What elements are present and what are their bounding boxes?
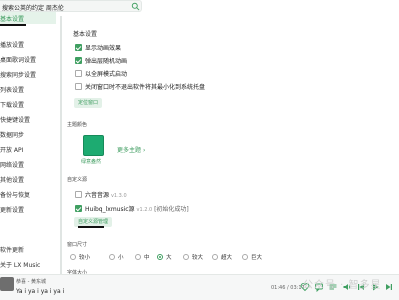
next-icon[interactable] (384, 282, 394, 292)
radio-label: 大 (166, 255, 172, 261)
checkbox-label: 以全屏模式启动 (85, 71, 128, 78)
sidebar-item-other[interactable]: 其他设置 (0, 173, 56, 185)
checkbox-box[interactable] (75, 70, 82, 77)
section-title-theme: 主题颜色 (67, 122, 88, 128)
section-title-custom-source: 自定义源 (67, 177, 88, 183)
sidebar: 基本设置 播放设置 桌面歌词设置 搜索同步设置 列表设置 下载设置 快捷键设置 … (0, 12, 56, 274)
sidebar-item-label: 搜索同步设置 (0, 72, 37, 79)
sidebar-item-label: 更新设置 (0, 207, 25, 214)
sidebar-item-label: 备份与恢复 (0, 192, 31, 199)
source-version: v1.2.0 (136, 207, 153, 213)
sidebar-item-software-update[interactable]: 软件更新 (0, 243, 56, 255)
sidebar-item-data-sync[interactable]: 数据同步 (0, 128, 56, 140)
radio-dot[interactable] (212, 254, 218, 260)
active-underline (0, 24, 26, 26)
sidebar-item-label: 网络设置 (0, 162, 25, 169)
radio-dot[interactable] (157, 254, 163, 260)
radio-dot[interactable] (109, 254, 115, 260)
sidebar-item-search-sync[interactable]: 搜索同步设置 (0, 68, 56, 80)
sidebar-item-list[interactable]: 列表设置 (0, 83, 56, 95)
radio-dot[interactable] (70, 254, 76, 260)
checkbox-label: 弹出层随机动画 (85, 58, 128, 65)
radio-label: 超大 (221, 255, 233, 261)
sidebar-item-label: 基本设置 (0, 16, 25, 23)
theme-swatch[interactable] (83, 135, 104, 156)
radio-dot[interactable] (183, 254, 189, 260)
watermark: 公众号 · 智多星 (303, 280, 382, 291)
radio-label: 较大 (192, 255, 204, 261)
checkbox-label: 关闭窗口时不退出软件将其最小化到系统托盘 (85, 84, 206, 91)
source-name: Huibq_lxmusic源 (85, 206, 135, 213)
checkbox-label: Huibq_lxmusic源 v1.2.0 [初始化成功] (85, 204, 189, 213)
album-cover[interactable] (0, 277, 14, 291)
annotation-underline (78, 226, 104, 228)
sidebar-item-download[interactable]: 下载设置 (0, 98, 56, 110)
radio-label: 较小 (79, 255, 91, 261)
section-title-window-size: 窗口尺寸 (67, 242, 88, 248)
search-input[interactable]: 搜索公英的约定 周杰伦 (0, 0, 142, 12)
sidebar-item-label: 数据同步 (0, 132, 25, 139)
sidebar-item-label: 下载设置 (0, 102, 25, 109)
sidebar-item-label: 列表设置 (0, 87, 25, 94)
radio-label: 巨大 (251, 255, 263, 261)
checkbox-label: 显示动画效果 (85, 45, 122, 52)
sidebar-item-backup[interactable]: 备份与恢复 (0, 188, 56, 200)
divider (60, 16, 62, 274)
sidebar-item-basic[interactable]: 基本设置 (0, 12, 56, 24)
source-status: [初始化成功] (154, 206, 189, 213)
sidebar-item-label: 其他设置 (0, 177, 25, 184)
sidebar-item-label: 快捷键设置 (0, 117, 31, 124)
checkbox-box[interactable] (75, 57, 82, 64)
source-name: 六音音源 (85, 192, 110, 199)
sidebar-item-desktop-lyric[interactable]: 桌面歌词设置 (0, 53, 56, 65)
section-title-basic: 基本设置 (73, 31, 98, 38)
sidebar-item-update-settings[interactable]: 更新设置 (0, 203, 56, 215)
radio-dot[interactable] (135, 254, 141, 260)
top-bar: 搜索公英的约定 周杰伦 (0, 0, 399, 12)
radio-dot[interactable] (242, 254, 248, 260)
sidebar-item-play[interactable]: 播放设置 (0, 38, 56, 50)
checkbox-box[interactable] (75, 83, 82, 90)
more-themes-link[interactable]: 更多主题 › (117, 145, 145, 154)
checkbox-box[interactable] (75, 44, 82, 51)
radio-label: 中 (144, 255, 150, 261)
sidebar-item-about[interactable]: 关于 LX Music (0, 258, 56, 270)
sidebar-item-label: 播放设置 (0, 42, 25, 49)
settings-panel: 基本设置 显示动画效果 弹出层随机动画 以全屏模式启动 关闭窗口时不退出软件将其… (60, 12, 399, 276)
search-input-value: 搜索公英的约定 周杰伦 (2, 5, 64, 12)
source-version: v1.3.0 (110, 193, 127, 199)
chevron-right-icon: › (143, 147, 146, 154)
radio-label: 小 (118, 255, 124, 261)
sidebar-item-label: 关于 LX Music (0, 262, 41, 269)
checkbox-label: 六音音源 v1.3.0 (85, 190, 127, 199)
sidebar-item-network[interactable]: 网络设置 (0, 158, 56, 170)
checkbox-box[interactable] (75, 191, 82, 198)
sidebar-item-label: 软件更新 (0, 247, 25, 254)
search-icon[interactable] (131, 2, 140, 11)
sidebar-item-label: 桌面歌词设置 (0, 57, 37, 64)
sidebar-item-open-api[interactable]: 开放 API (0, 143, 56, 155)
sidebar-item-label: 开放 API (0, 147, 24, 154)
window-size-options: 较小 小 中 大 较大 超大 巨大 (70, 253, 399, 262)
checkbox-box[interactable] (75, 205, 82, 212)
reset-window-button[interactable]: 定位窗口 (74, 98, 103, 108)
current-lyric: Ya i ya i ya i ya i (16, 288, 65, 295)
sidebar-item-hotkey[interactable]: 快捷键设置 (0, 113, 56, 125)
track-title: 恭喜 - 黄东城 (16, 279, 46, 285)
more-themes-label: 更多主题 (117, 147, 142, 154)
theme-name: 绿意盎然 (81, 159, 102, 165)
